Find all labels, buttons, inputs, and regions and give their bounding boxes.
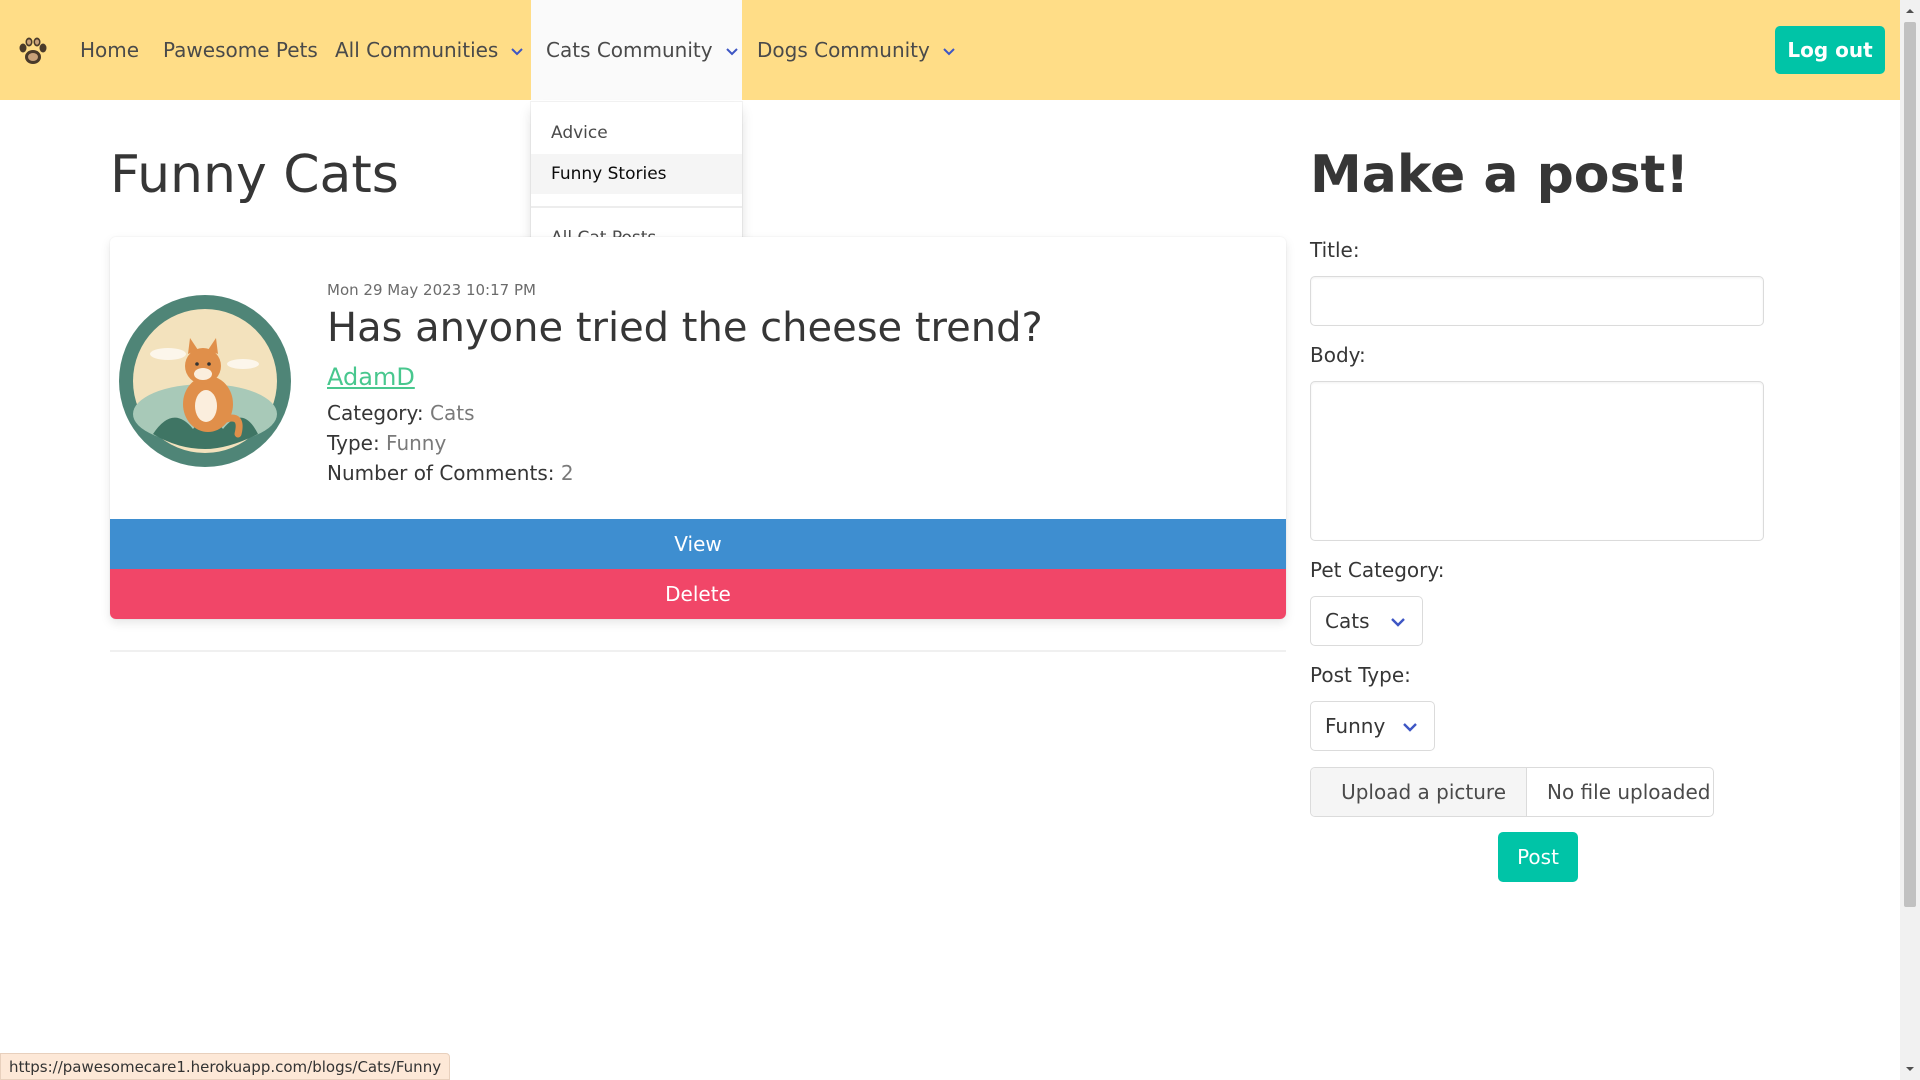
nav-dogs-community-label: Dogs Community xyxy=(757,38,930,62)
paw-icon[interactable] xyxy=(16,34,50,68)
dropdown-item-funny-stories[interactable]: Funny Stories xyxy=(531,154,742,194)
page-title: Funny Cats xyxy=(110,145,399,205)
post-comments-label: Number of Comments: xyxy=(327,461,555,485)
chevron-down-icon xyxy=(511,48,524,56)
post-author-link[interactable]: AdamD xyxy=(327,363,415,391)
nav-home[interactable]: Home xyxy=(80,0,139,100)
chevron-down-icon xyxy=(1403,723,1417,732)
post-title: Has anyone tried the cheese trend? xyxy=(327,305,1043,351)
scroll-thumb[interactable] xyxy=(1904,22,1916,907)
post-card: Mon 29 May 2023 10:17 PM Has anyone trie… xyxy=(110,237,1286,619)
nav-cats-community-label: Cats Community xyxy=(546,38,713,62)
scroll-down-icon[interactable] xyxy=(1905,1064,1915,1074)
post-comments: Number of Comments: 2 xyxy=(327,461,574,485)
form-heading: Make a post! xyxy=(1310,145,1690,205)
post-type-value: Funny xyxy=(386,431,447,455)
post-category-label: Category: xyxy=(327,401,424,425)
nav-home-label: Home xyxy=(80,38,140,62)
nav-dogs-community[interactable]: Dogs Community xyxy=(757,0,956,100)
delete-button[interactable]: Delete xyxy=(110,569,1286,619)
post-category-value: Cats xyxy=(430,401,475,425)
nav-cats-community[interactable]: Cats Community xyxy=(531,0,742,100)
dropdown-divider xyxy=(531,206,742,208)
post-category: Category: Cats xyxy=(327,401,474,425)
post-type-select[interactable]: Funny xyxy=(1310,701,1435,751)
post-avatar xyxy=(118,294,292,468)
post-type-value: Funny xyxy=(1325,714,1386,738)
file-upload: Upload a picture No file uploaded xyxy=(1310,767,1714,817)
scrollbar[interactable] xyxy=(1900,0,1920,1080)
body-label: Body: xyxy=(1310,343,1366,367)
post-comments-value: 2 xyxy=(560,461,574,485)
title-label: Title: xyxy=(1310,238,1360,262)
status-bar-url: https://pawesomecare1.herokuapp.com/blog… xyxy=(0,1053,451,1080)
body-textarea[interactable] xyxy=(1310,381,1764,541)
chevron-down-icon xyxy=(1391,618,1405,627)
pet-category-value: Cats xyxy=(1325,609,1370,633)
nav-pawesome-pets-label: Pawesome Pets xyxy=(163,38,318,62)
post-date: Mon 29 May 2023 10:17 PM xyxy=(327,281,536,299)
nav-all-communities[interactable]: All Communities xyxy=(335,0,524,100)
pet-category-select[interactable]: Cats xyxy=(1310,596,1423,646)
navbar: Home Pawesome Pets All Communities Cats … xyxy=(0,0,1900,100)
nav-all-communities-label: All Communities xyxy=(335,38,499,62)
scroll-up-icon[interactable] xyxy=(1905,6,1915,16)
nav-pawesome-pets[interactable]: Pawesome Pets xyxy=(163,0,318,100)
logout-button[interactable]: Log out xyxy=(1775,26,1885,74)
title-input[interactable] xyxy=(1310,276,1764,326)
pet-category-label: Pet Category: xyxy=(1310,558,1445,582)
divider xyxy=(110,650,1286,652)
upload-picture-button[interactable]: Upload a picture xyxy=(1311,768,1527,816)
post-type: Type: Funny xyxy=(327,431,446,455)
chevron-down-icon xyxy=(725,48,738,56)
file-name: No file uploaded xyxy=(1547,780,1711,804)
post-type-label: Post Type: xyxy=(1310,663,1411,687)
view-button[interactable]: View xyxy=(110,519,1286,569)
post-type-label: Type: xyxy=(327,431,380,455)
post-submit-button[interactable]: Post xyxy=(1498,832,1578,882)
dropdown-item-advice[interactable]: Advice xyxy=(531,113,742,153)
chevron-down-icon xyxy=(943,48,955,56)
